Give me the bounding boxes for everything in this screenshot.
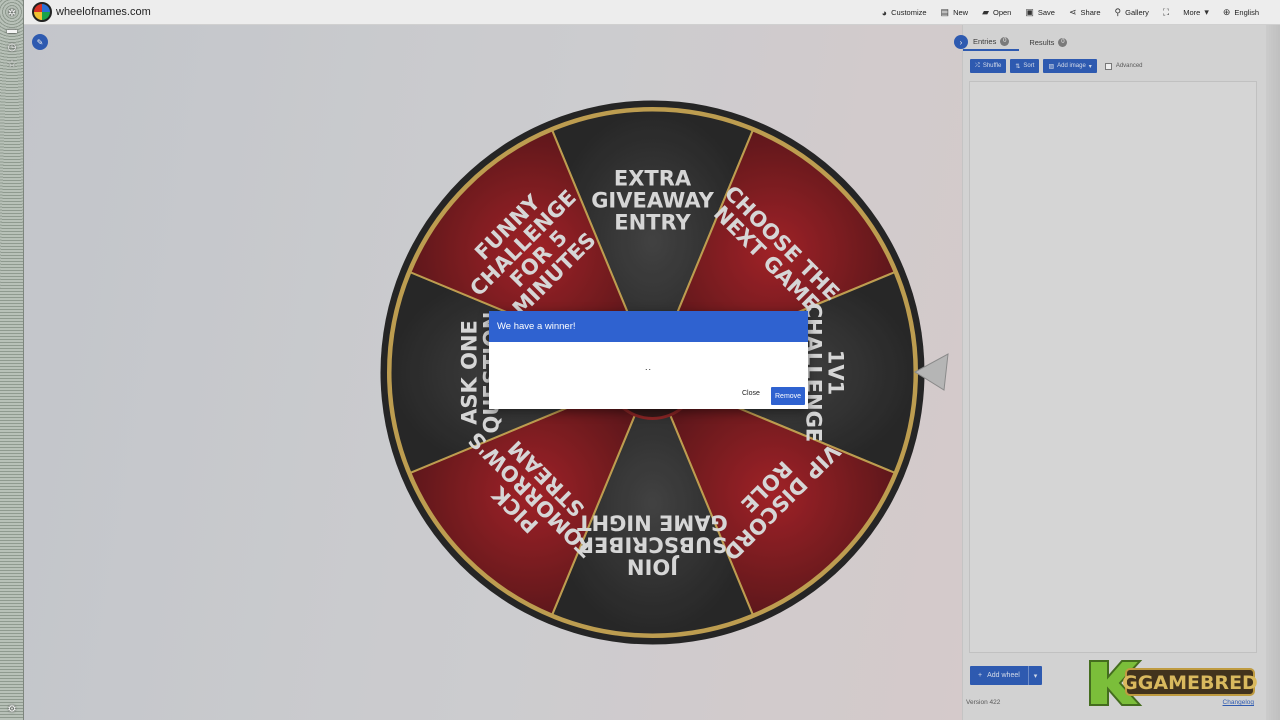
menu-gallery[interactable]: ⚲ Gallery (1108, 7, 1156, 18)
winner-dialog: We have a winner! .. Close Remove (489, 311, 808, 409)
dialog-body: .. Close Remove (489, 342, 808, 409)
fullscreen-icon: ⛶ (1162, 7, 1170, 17)
site-name[interactable]: wheelofnames.com (56, 6, 151, 18)
menu-language[interactable]: ⊕ English (1216, 7, 1266, 18)
winner-name: .. (644, 362, 652, 372)
history-icon[interactable]: ◷ (4, 39, 20, 55)
star-icon[interactable]: ☆ (4, 56, 20, 72)
gear-icon[interactable]: ⚙ (4, 701, 20, 717)
menu-new[interactable]: ▤ New (934, 7, 976, 18)
folder-icon: ▰ (982, 7, 989, 17)
save-icon: ▣ (1025, 7, 1034, 17)
new-file-icon: ▤ (940, 7, 950, 17)
menu-more[interactable]: More ▾ (1176, 7, 1216, 18)
share-icon: ⋖ (1068, 7, 1077, 17)
search-icon: ⚲ (1114, 7, 1122, 17)
settings-icon[interactable]: ✲ (4, 5, 20, 21)
menu-save[interactable]: ▣ Save (1018, 7, 1062, 18)
close-button[interactable]: Close (738, 387, 764, 400)
left-rail: ✲ ▬ ◷ ☆ ⚙ (0, 0, 24, 720)
menu-customize[interactable]: ◕ Customize (875, 8, 934, 18)
menu-open[interactable]: ▰ Open (975, 7, 1018, 18)
top-menu: ◕ Customize ▤ New ▰ Open ▣ Save ⋖ Share ⚲ Gall… (875, 0, 1266, 25)
folder-icon[interactable]: ▬ (4, 22, 20, 38)
remove-button[interactable]: Remove (771, 387, 806, 405)
menu-share[interactable]: ⋖ Share (1062, 7, 1108, 18)
site-logo[interactable] (32, 2, 52, 22)
chevron-down-icon: ▾ (1204, 7, 1209, 17)
dialog-title: We have a winner! (489, 311, 808, 342)
globe-icon: ⊕ (1222, 7, 1231, 17)
palette-icon: ◕ (881, 7, 888, 18)
top-bar: wheelofnames.com ◕ Customize ▤ New ▰ Open ▣… (24, 0, 1280, 25)
menu-fullscreen[interactable]: ⛶ (1156, 7, 1176, 18)
